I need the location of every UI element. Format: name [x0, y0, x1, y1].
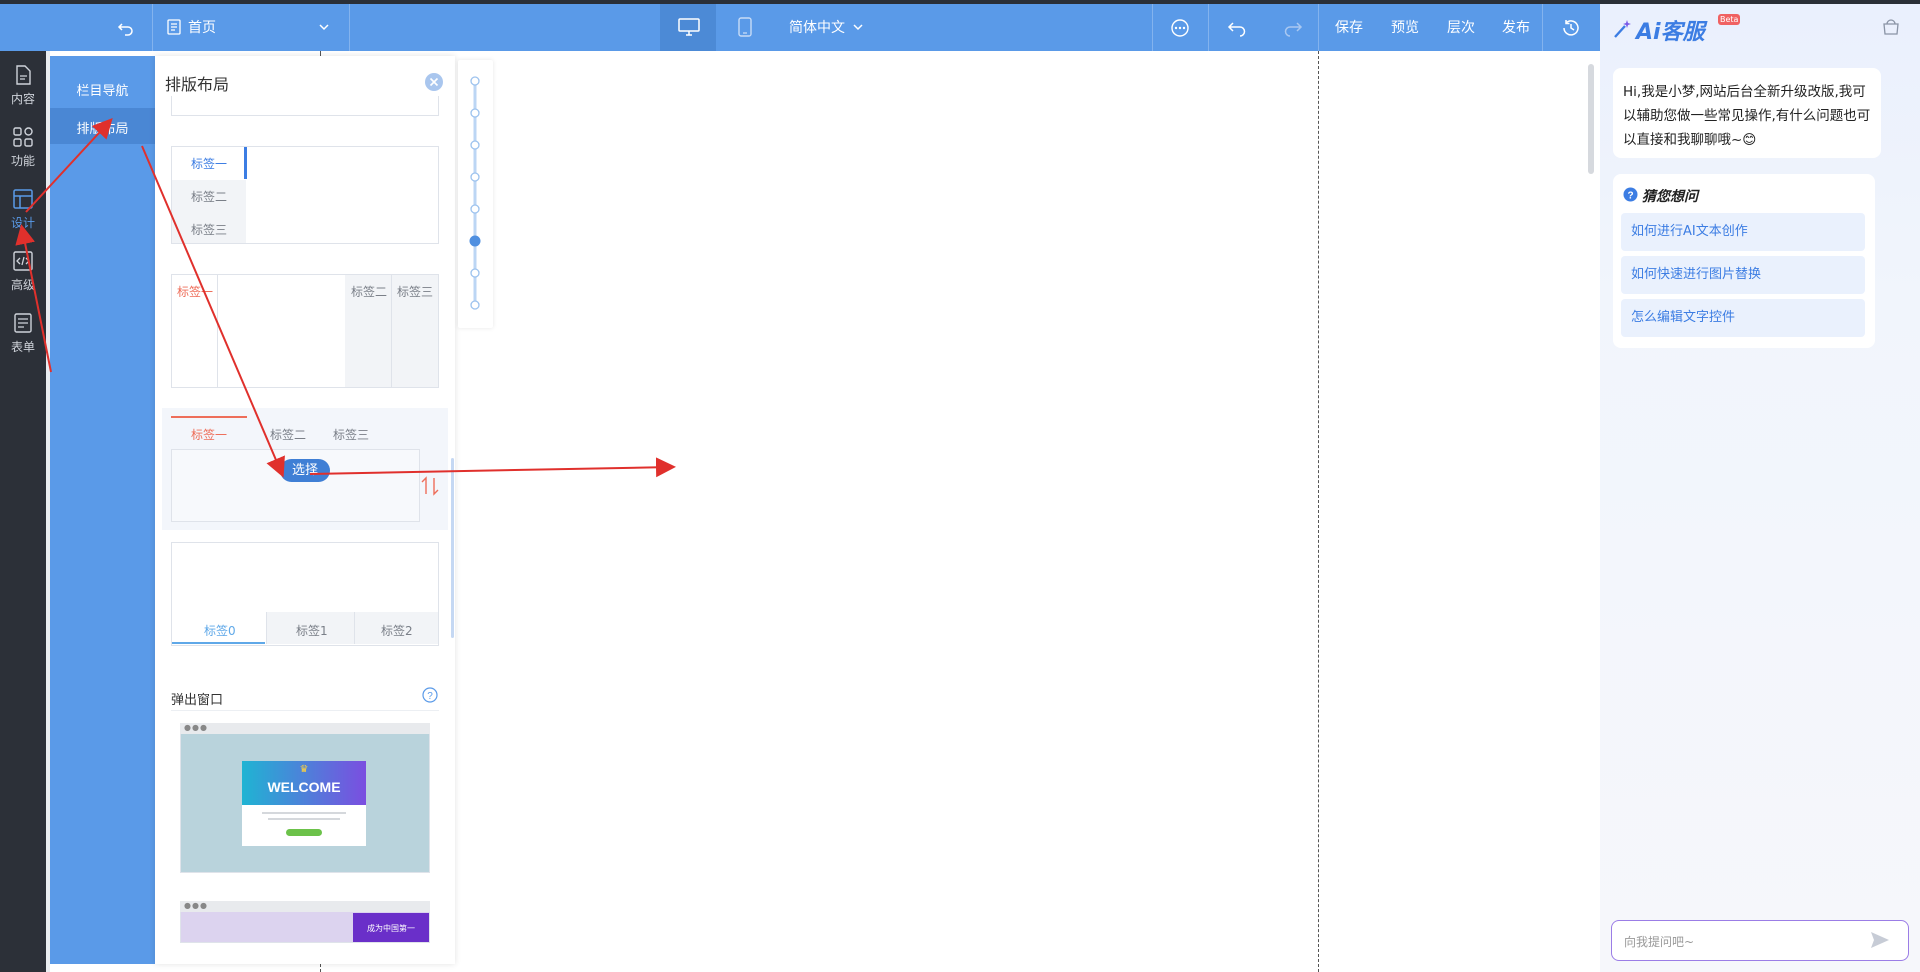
- ai-chat-placeholder: 向我提问吧~: [1624, 935, 1695, 949]
- ai-brand: Ai客服: [1636, 20, 1705, 45]
- shop-icon[interactable]: [1882, 18, 1900, 36]
- beta-badge: Beta: [1718, 14, 1741, 25]
- svg-text:?: ?: [1627, 191, 1633, 202]
- suggested-question[interactable]: 如何快速进行图片替换: [1621, 256, 1865, 294]
- suggest-title: 猜您想问: [1642, 189, 1698, 205]
- send-icon[interactable]: [1870, 931, 1890, 949]
- magic-wand-icon: [1614, 20, 1631, 38]
- ai-greeting-text: Hi,我是小梦,网站后台全新升级改版,我可以辅助您做一些常见操作,有什么问题也可…: [1623, 84, 1871, 148]
- suggested-question[interactable]: 如何进行AI文本创作: [1621, 213, 1865, 251]
- help-circle-icon: ?: [1623, 187, 1638, 202]
- suggested-question[interactable]: 怎么编辑文字控件: [1621, 299, 1865, 337]
